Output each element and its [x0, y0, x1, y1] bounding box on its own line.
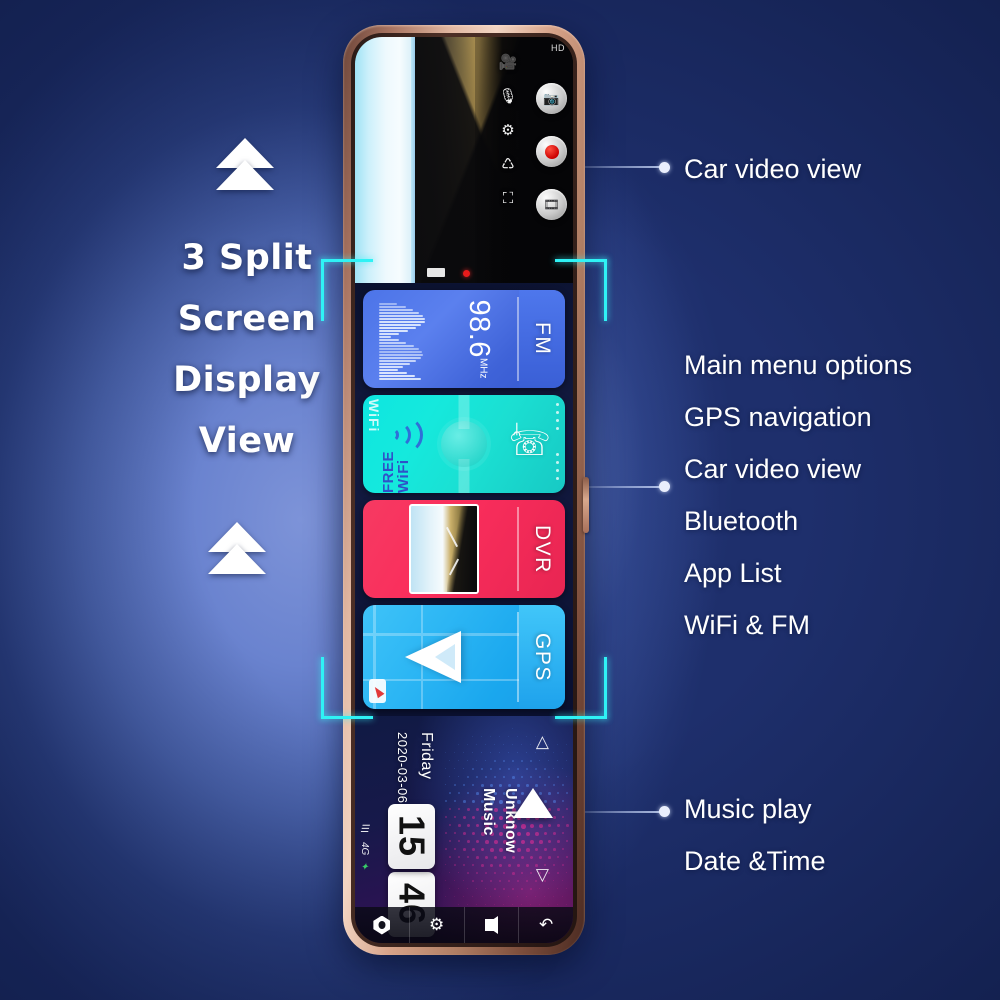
clock-hour: 15 [388, 804, 435, 869]
up-chevron-icon-bottom [208, 522, 266, 584]
music-track-title: Music [480, 788, 497, 836]
callout-line: Car video view [684, 154, 862, 184]
fm-waveform [379, 300, 426, 380]
callout-line: WiFi & FM [684, 610, 810, 640]
device-screen: HD 🎥 🎙 ⚙ ♺ ⛶ 📷 🎞 98.6MHz FM WiFi FREE Wi… [355, 37, 573, 943]
tile-dvr[interactable]: DVR [363, 500, 565, 598]
headline-line-2: Screen [177, 299, 317, 339]
tile-wifi-bluetooth[interactable]: WiFi FREE WiFi ᛦ ☏ [363, 395, 565, 493]
compass-icon [369, 679, 386, 703]
next-track-icon[interactable]: ▽ [536, 865, 549, 885]
settings-button[interactable]: ⚙ [410, 907, 465, 943]
fm-frequency: 98.6MHz [463, 299, 496, 379]
camera-timestamp-bar [427, 268, 445, 277]
camera-sky [355, 37, 417, 283]
callout-line: GPS navigation [684, 402, 872, 432]
dvr-thumbnail-shadow [447, 506, 477, 592]
up-chevron-icon-top [216, 138, 274, 200]
record-button[interactable] [536, 136, 567, 167]
photo-capture-button[interactable]: 📷 [536, 83, 567, 114]
date-text: 2020-03-06 [395, 732, 410, 804]
headline-line-4: View [198, 421, 296, 461]
recording-indicator-dot [463, 270, 470, 277]
callout-line: Date &Time [684, 846, 826, 876]
dvr-thumbnail [409, 504, 479, 594]
wifi-corner-label: WiFi [366, 399, 382, 433]
gear-icon[interactable]: ⚙ [501, 123, 514, 138]
video-icon[interactable]: 🎥 [499, 55, 518, 70]
callout-music-play: Music play Date &Time [684, 783, 826, 887]
tile-center-knob [441, 421, 487, 467]
rotate-icon[interactable]: ♺ [501, 157, 514, 172]
callout-line: Main menu options [684, 350, 913, 380]
day-text: Friday [418, 732, 435, 780]
gps-status-icon: ✦ [359, 862, 370, 874]
dotted-line-top [556, 403, 559, 435]
tile-label-dvr: DVR [531, 524, 554, 574]
callout-car-video-view: Car video view [684, 143, 861, 195]
callout-line: Bluetooth [684, 506, 799, 536]
network-label: 4G [359, 842, 370, 856]
main-menu-section: 98.6MHz FM WiFi FREE WiFi ᛦ ☏ DVR GPS [355, 283, 573, 716]
device-side-button[interactable] [583, 477, 589, 533]
headline-line-3: Display [173, 360, 321, 400]
tile-fm-radio[interactable]: 98.6MHz FM [363, 290, 565, 388]
phone-handset-icon[interactable]: ☏ [508, 427, 551, 461]
status-indicators: ☰ 4G ✦ [359, 824, 370, 873]
camera-button-column: 📷 🎞 [536, 83, 567, 220]
bracket-icon[interactable]: ⛶ [503, 191, 514, 206]
home-button[interactable] [355, 907, 410, 943]
camera-resolution-label: HD [551, 43, 565, 53]
tile-gps[interactable]: GPS [363, 605, 565, 709]
music-clock-section[interactable]: 2020-03-06 Friday 46 15 Music Unknow △ ▽… [355, 716, 573, 943]
device-bezel-inner: HD 🎥 🎙 ⚙ ♺ ⛶ 📷 🎞 98.6MHz FM WiFi FREE Wi… [351, 33, 577, 947]
camera-icon-column: 🎥 🎙 ⚙ ♺ ⛶ [495, 55, 521, 206]
back-button[interactable] [465, 907, 520, 943]
play-button[interactable] [513, 788, 553, 818]
dotted-line-bottom [556, 453, 559, 485]
callout-line: App List [684, 558, 782, 588]
callout-main-menu-options: Main menu options GPS navigation Car vid… [684, 339, 912, 651]
camera-view-section[interactable]: HD 🎥 🎙 ⚙ ♺ ⛶ 📷 🎞 [355, 37, 573, 283]
headline-line-1: 3 Split [181, 238, 313, 278]
tile-label-fm: FM [519, 290, 565, 388]
callout-line: Car video view [684, 454, 862, 484]
gps-navigation-arrow [405, 631, 461, 683]
previous-track-icon[interactable]: △ [536, 732, 549, 752]
navigation-bar: ⚙ ↶ [355, 907, 573, 943]
callout-bullet-middle [659, 481, 670, 492]
dashcam-mirror-device: HD 🎥 🎙 ⚙ ♺ ⛶ 📷 🎞 98.6MHz FM WiFi FREE Wi… [321, 25, 607, 970]
free-wifi-text: FREE WiFi [380, 450, 412, 493]
callout-bullet-top [659, 162, 670, 173]
tile-label-gps: GPS [519, 605, 565, 709]
callout-bullet-bottom [659, 806, 670, 817]
signal-icon: ☰ [359, 824, 370, 835]
return-button[interactable]: ↶ [519, 907, 573, 943]
headline-3-split-screen: 3 Split Screen Display View [152, 228, 342, 472]
device-bezel: HD 🎥 🎙 ⚙ ♺ ⛶ 📷 🎞 98.6MHz FM WiFi FREE Wi… [343, 25, 585, 955]
callout-line: Music play [684, 794, 812, 824]
mic-icon[interactable]: 🎙 [498, 89, 517, 104]
gallery-button[interactable]: 🎞 [536, 189, 567, 220]
